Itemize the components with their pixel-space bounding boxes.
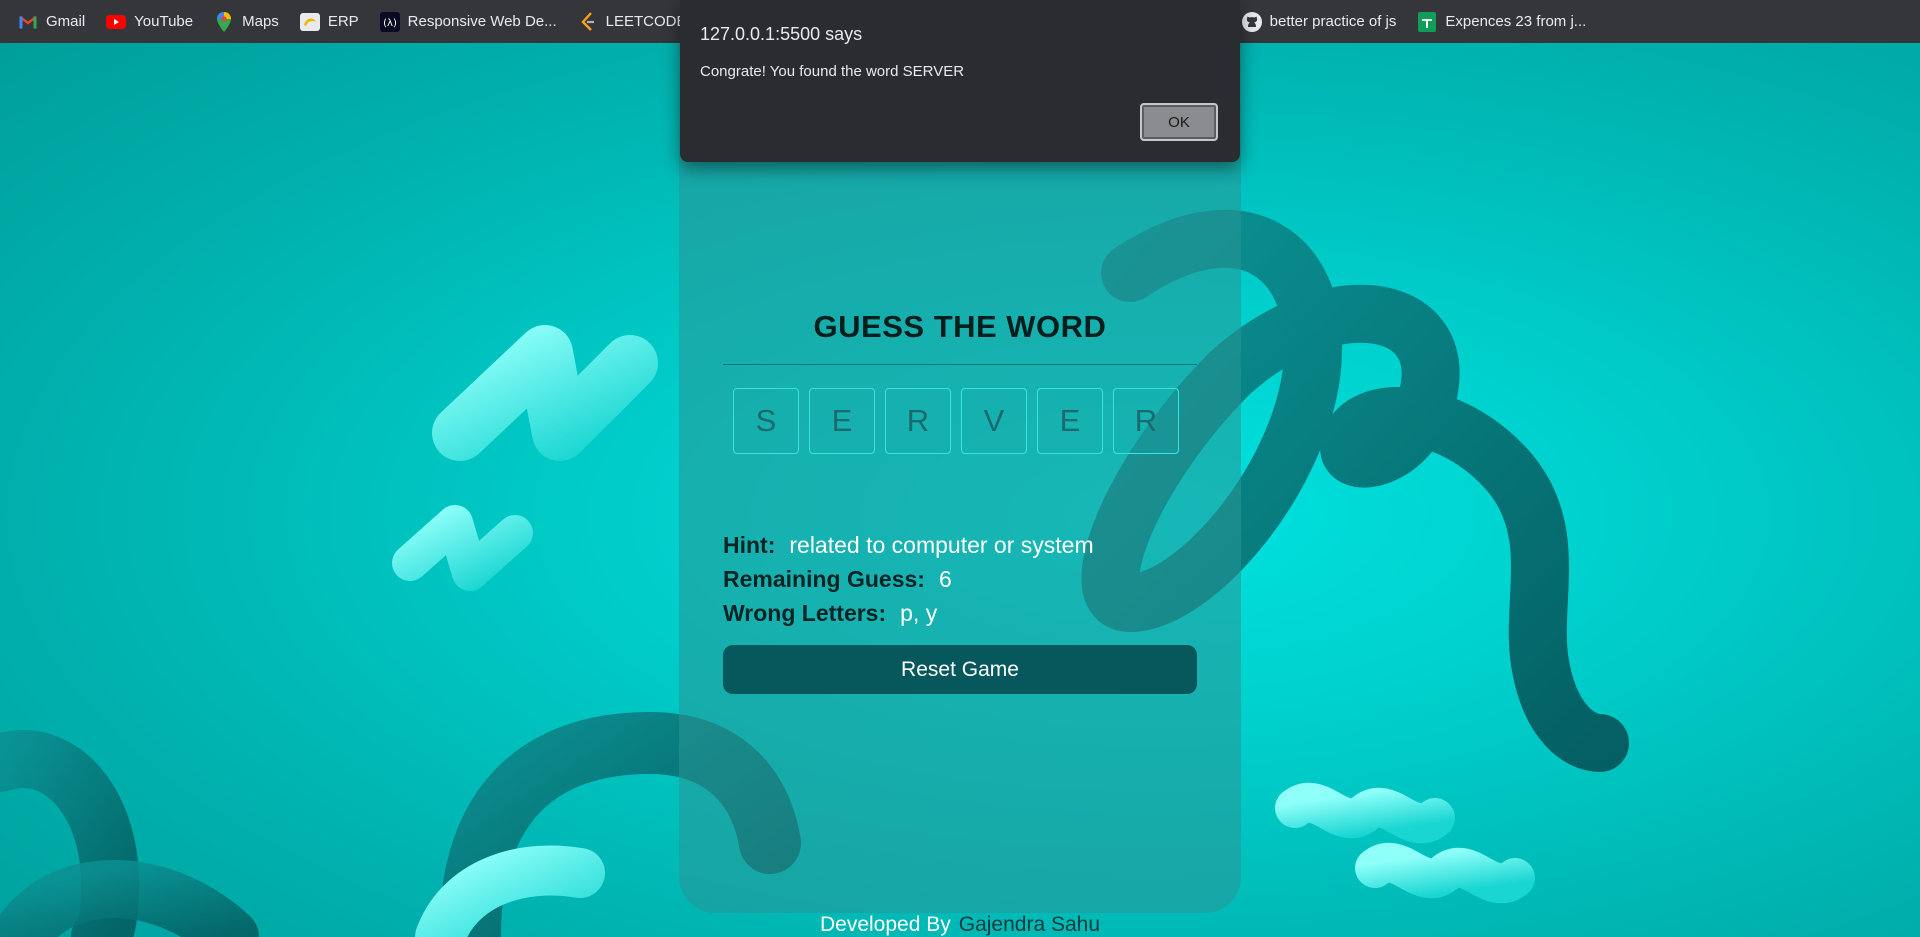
alert-dialog: 127.0.0.1:5500 says Congrate! You found … xyxy=(680,0,1240,162)
title-divider xyxy=(723,364,1197,365)
svg-text:(λ): (λ) xyxy=(383,18,397,29)
reset-game-button[interactable]: Reset Game xyxy=(723,645,1197,694)
maps-icon xyxy=(214,11,234,32)
letter-box[interactable]: R xyxy=(885,388,951,454)
bookmark-better-practice-js[interactable]: better practice of js xyxy=(1241,11,1397,32)
game-card: GUESS THE WORD S E R V E R Hint: related … xyxy=(679,43,1241,913)
freecodecamp-icon: (λ) xyxy=(379,11,400,32)
wrong-letters-row: Wrong Letters: p, y xyxy=(723,596,1094,630)
ok-button[interactable]: OK xyxy=(1140,103,1218,141)
gmail-icon xyxy=(18,12,38,32)
letter-box[interactable]: R xyxy=(1113,388,1179,454)
letter-box[interactable]: E xyxy=(809,388,875,454)
squiggle-shape-1 xyxy=(1275,782,1455,844)
remaining-guess-value: 6 xyxy=(938,566,952,592)
zigzag-shape-small xyxy=(392,505,533,591)
github-icon xyxy=(1241,11,1262,32)
footer-author: Gajendra Sahu xyxy=(958,913,1101,936)
erp-icon xyxy=(299,12,320,32)
game-title: GUESS THE WORD xyxy=(813,309,1107,344)
game-info: Hint: related to computer or system Remai… xyxy=(723,528,1094,630)
bookmark-expences[interactable]: Expences 23 from j... xyxy=(1417,11,1587,32)
zigzag-shape-large xyxy=(432,325,658,461)
leetcode-icon xyxy=(578,11,598,32)
bookmark-label: YouTube xyxy=(134,13,194,30)
bookmark-label: Maps xyxy=(242,13,279,30)
footer-prefix: Developed By xyxy=(819,913,951,936)
bookmark-youtube[interactable]: YouTube xyxy=(106,12,193,32)
bookmark-gmail[interactable]: Gmail xyxy=(18,12,85,32)
wrong-letters-value: p, y xyxy=(900,600,938,626)
bookmark-maps[interactable]: Maps xyxy=(214,11,279,32)
hint-row: Hint: related to computer or system xyxy=(723,528,1094,562)
letter-box[interactable]: S xyxy=(733,388,799,454)
dialog-message: Congrate! You found the word SERVER xyxy=(700,63,965,80)
hint-label: Hint: xyxy=(723,532,776,558)
bookmark-label: Expences 23 from j... xyxy=(1445,13,1587,30)
letter-box[interactable]: V xyxy=(961,388,1027,454)
hint-value: related to computer or system xyxy=(789,532,1094,558)
bookmark-label: Gmail xyxy=(46,13,86,30)
remaining-guess-label: Remaining Guess: xyxy=(723,566,925,592)
squiggle-shape-2 xyxy=(1355,842,1535,904)
sheets-icon xyxy=(1417,11,1437,32)
letter-box[interactable]: E xyxy=(1037,388,1103,454)
bookmark-label: ERP xyxy=(327,13,359,30)
footer-credit: Developed By Gajendra Sahu xyxy=(0,913,1920,937)
youtube-icon xyxy=(106,12,127,32)
wrong-letters-label: Wrong Letters: xyxy=(723,600,887,626)
bookmark-responsive-web[interactable]: (λ) Responsive Web De... xyxy=(379,11,557,32)
letter-boxes: S E R V E R xyxy=(733,388,1189,454)
bookmark-label: Responsive Web De... xyxy=(407,13,557,30)
bookmark-erp[interactable]: ERP xyxy=(299,12,359,32)
dialog-title: 127.0.0.1:5500 says xyxy=(700,24,863,44)
remaining-guess-row: Remaining Guess: 6 xyxy=(723,562,1094,596)
bookmark-label: better practice of js xyxy=(1269,13,1397,30)
